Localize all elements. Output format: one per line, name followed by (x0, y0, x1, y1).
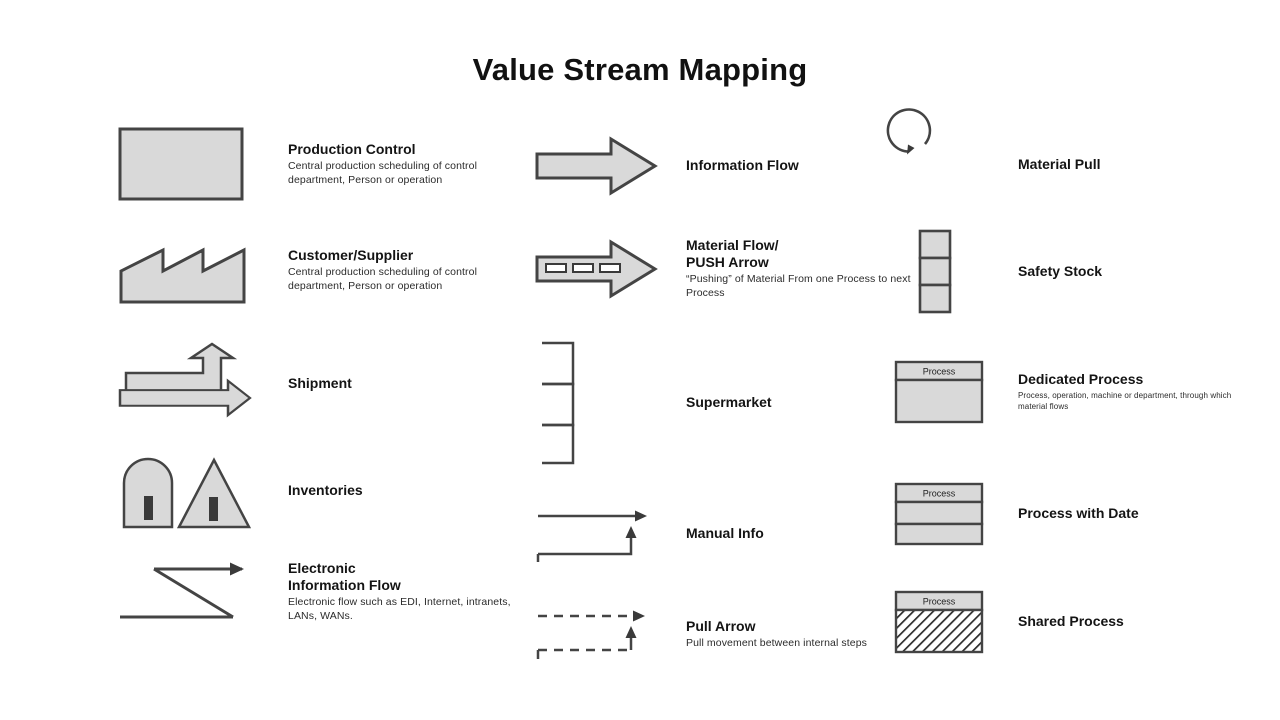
legend-item-electronic-information-flow[interactable]: Electronic Information Flow Electronic f… (118, 544, 518, 640)
legend-item-shipment[interactable]: Shipment (118, 330, 518, 437)
legend-text-inventories: Inventories (288, 482, 518, 499)
legend-text-pull-arrow: Pull Arrow Pull movement between interna… (686, 618, 914, 651)
shared-process-icon: Process (894, 590, 1018, 654)
item-title: Information Flow (686, 157, 799, 174)
item-title: Manual Info (686, 524, 764, 541)
legend-item-pull-arrow[interactable]: Pull Arrow Pull movement between interna… (534, 586, 914, 682)
legend-item-manual-info[interactable]: Manual Info (534, 481, 914, 586)
item-title: Process with Date (1018, 504, 1139, 521)
item-title: Pull Arrow (686, 617, 756, 634)
legend-column-right: Material Pull Safety Stock Process Dedic… (886, 107, 1234, 667)
legend-text-push-arrow: Material Flow/ PUSH Arrow “Pushing” of M… (686, 237, 914, 301)
legend-text-safety-stock: Safety Stock (1018, 263, 1234, 280)
legend-text-shared-process: Shared Process (1018, 613, 1234, 630)
legend-text-process-with-date: Process with Date (1018, 505, 1234, 522)
item-title: Customer/Supplier (288, 246, 414, 263)
shipment-arrow-icon (118, 341, 288, 426)
item-description: Central production scheduling of control… (288, 159, 478, 186)
information-flow-arrow-icon (534, 136, 686, 196)
item-description: Process, operation, machine or departmen… (1018, 391, 1232, 411)
legend-item-inventories[interactable]: Inventories (118, 437, 518, 544)
legend-item-production-control[interactable]: Production Control Central production sc… (118, 118, 518, 210)
dedicated-process-icon: Process (894, 360, 1018, 424)
legend-item-material-pull[interactable]: Material Pull (886, 107, 1234, 211)
item-title-line1: Electronic (288, 560, 356, 577)
legend-text-dedicated-process: Dedicated Process Process, operation, ma… (1018, 371, 1234, 412)
legend-text-information-flow: Information Flow (686, 157, 914, 174)
process-with-date-icon: Process (894, 482, 1018, 546)
legend-text-material-pull: Material Pull (1018, 156, 1234, 173)
item-title: Production Control (288, 140, 416, 157)
item-description: “Pushing” of Material From one Process t… (686, 273, 911, 300)
process-box-label: Process (923, 366, 956, 376)
legend-item-safety-stock[interactable]: Safety Stock (894, 211, 1234, 333)
legend-column-middle: Information Flow Material Flow/ PUSH Arr… (534, 118, 914, 682)
item-description: Pull movement between internal steps (686, 636, 868, 649)
item-title: Shared Process (1018, 613, 1124, 630)
legend-text-supermarket: Supermarket (686, 394, 914, 411)
item-title: Material Pull (1018, 155, 1101, 172)
item-title-line2: PUSH Arrow (686, 254, 769, 271)
electronic-information-flow-icon (118, 559, 288, 625)
item-title-line1: Material Flow/ (686, 237, 779, 254)
legend-text-production-control: Production Control Central production sc… (288, 141, 518, 188)
legend-item-push-arrow[interactable]: Material Flow/ PUSH Arrow “Pushing” of M… (534, 214, 914, 324)
item-title-line2: Information Flow (288, 577, 401, 594)
legend-text-shipment: Shipment (288, 375, 518, 392)
legend-item-supermarket[interactable]: Supermarket (534, 324, 914, 481)
item-title: Shipment (288, 374, 352, 391)
item-title: Safety Stock (1018, 263, 1103, 280)
legend-text-customer-supplier: Customer/Supplier Central production sch… (288, 247, 518, 294)
legend-text-manual-info: Manual Info (686, 525, 914, 542)
process-box-label: Process (923, 488, 956, 498)
page-title: Value Stream Mapping (472, 52, 808, 87)
inventories-icon (118, 451, 288, 531)
legend-item-customer-supplier[interactable]: Customer/Supplier Central production sch… (118, 210, 518, 330)
item-description: Central production scheduling of control… (288, 265, 478, 292)
legend-item-process-with-date[interactable]: Process Process with Date (894, 450, 1234, 577)
supermarket-icon (534, 340, 686, 466)
legend-column-left: Production Control Central production sc… (118, 118, 518, 640)
customer-supplier-factory-icon (118, 235, 288, 305)
item-title: Dedicated Process (1018, 371, 1144, 388)
safety-stock-icon (894, 229, 1018, 315)
legend-text-electronic-information-flow: Electronic Information Flow Electronic f… (288, 560, 518, 624)
legend-item-shared-process[interactable]: Process Shared Process (894, 577, 1234, 667)
item-title: Inventories (288, 481, 363, 498)
legend-item-dedicated-process[interactable]: Process Dedicated Process Process, opera… (894, 333, 1234, 450)
item-description: Electronic flow such as EDI, Internet, i… (288, 596, 511, 623)
pull-arrow-icon (534, 604, 686, 664)
manual-info-arrow-icon (534, 504, 686, 564)
production-control-box-icon (118, 127, 288, 201)
material-pull-circle-icon (886, 107, 1018, 193)
push-arrow-icon (534, 239, 686, 299)
item-title: Supermarket (686, 393, 772, 410)
legend-item-information-flow[interactable]: Information Flow (534, 118, 914, 214)
process-box-label: Process (923, 597, 956, 607)
